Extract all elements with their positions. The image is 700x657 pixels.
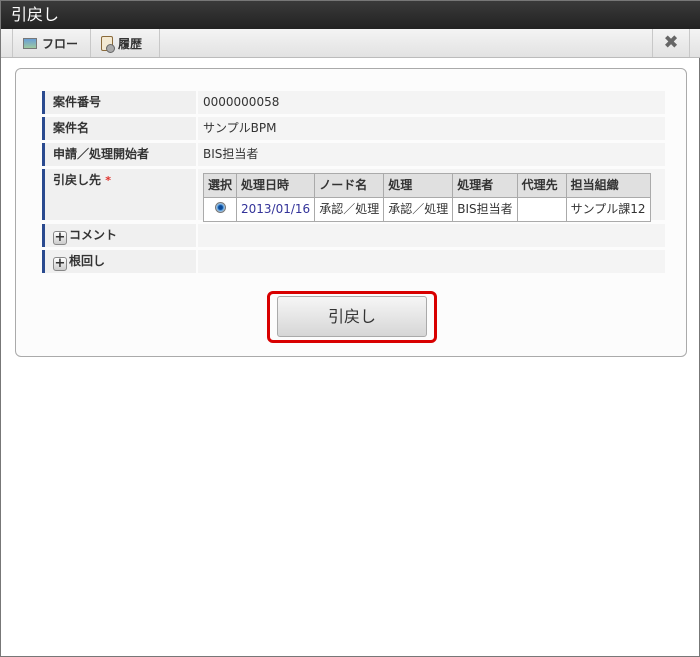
table-row: 2013/01/16 承認／処理 承認／処理 BIS担当者 サンプル課12: [202, 197, 651, 222]
pullback-target-table: 選択 処理日時 ノード名 処理 処理者 代理先 担当組織 2013/01/16 …: [202, 173, 651, 222]
required-mark: *: [105, 174, 111, 187]
node-cell: 承認／処理: [314, 197, 385, 222]
matter-number-value: 0000000058: [198, 91, 665, 114]
toolbar: フロー 履歴 ✖: [1, 29, 700, 58]
comment-toggle[interactable]: + コメント: [42, 224, 196, 247]
window-title: 引戻し: [1, 1, 700, 29]
history-label: 履歴: [118, 36, 143, 51]
pullback-target-label: 引戻し先 *: [42, 169, 196, 220]
col-org: 担当組織: [565, 173, 651, 198]
col-node: ノード名: [314, 173, 385, 198]
pullback-target-text: 引戻し先: [53, 173, 102, 187]
history-clipboard-icon: [101, 35, 115, 53]
col-select: 選択: [202, 173, 238, 198]
org-cell: サンプル課12: [565, 197, 651, 222]
flow-label: フロー: [42, 36, 79, 51]
pullback-button[interactable]: 引戻し: [277, 296, 427, 337]
row-applicant: 申請／処理開始者 BIS担当者: [42, 143, 665, 166]
plus-icon[interactable]: +: [53, 231, 67, 245]
date-cell: 2013/01/16: [236, 197, 316, 222]
action-cell: 承認／処理: [383, 197, 454, 222]
col-user: 処理者: [452, 173, 518, 198]
select-radio[interactable]: [214, 202, 226, 213]
pullback-target-value: 選択 処理日時 ノード名 処理 処理者 代理先 担当組織 2013/01/16 …: [198, 169, 665, 222]
row-matter-number: 案件番号 0000000058: [42, 91, 665, 114]
nemawashi-value: [198, 250, 665, 273]
flow-image-icon: [23, 37, 37, 49]
plus-icon[interactable]: +: [53, 257, 67, 271]
comment-label: コメント: [69, 228, 118, 242]
matter-name-label: 案件名: [42, 117, 196, 140]
comment-value: [198, 224, 665, 247]
close-x-icon: ✖: [663, 32, 679, 53]
user-cell: BIS担当者: [452, 197, 518, 222]
proxy-cell: [516, 197, 567, 222]
history-button[interactable]: 履歴: [90, 29, 160, 57]
flow-button[interactable]: フロー: [12, 29, 91, 57]
matter-name-value: サンプルBPM: [198, 117, 665, 140]
nemawashi-toggle[interactable]: + 根回し: [42, 250, 196, 273]
col-proxy: 代理先: [516, 173, 567, 198]
table-header-row: 選択 処理日時 ノード名 処理 処理者 代理先 担当組織: [202, 173, 651, 198]
close-button[interactable]: ✖: [652, 29, 690, 57]
select-cell: [202, 197, 238, 222]
nemawashi-label: 根回し: [69, 254, 106, 268]
col-date: 処理日時: [236, 173, 316, 198]
row-comment: + コメント: [42, 224, 665, 247]
applicant-value: BIS担当者: [198, 143, 665, 166]
row-matter-name: 案件名 サンプルBPM: [42, 117, 665, 140]
applicant-label: 申請／処理開始者: [42, 143, 196, 166]
col-action: 処理: [383, 173, 454, 198]
row-pullback-target: 引戻し先 * 選択 処理日時 ノード名 処理 処理者 代理先 担当組織 2013…: [42, 169, 665, 222]
matter-number-label: 案件番号: [42, 91, 196, 114]
row-nemawashi: + 根回し: [42, 250, 665, 273]
